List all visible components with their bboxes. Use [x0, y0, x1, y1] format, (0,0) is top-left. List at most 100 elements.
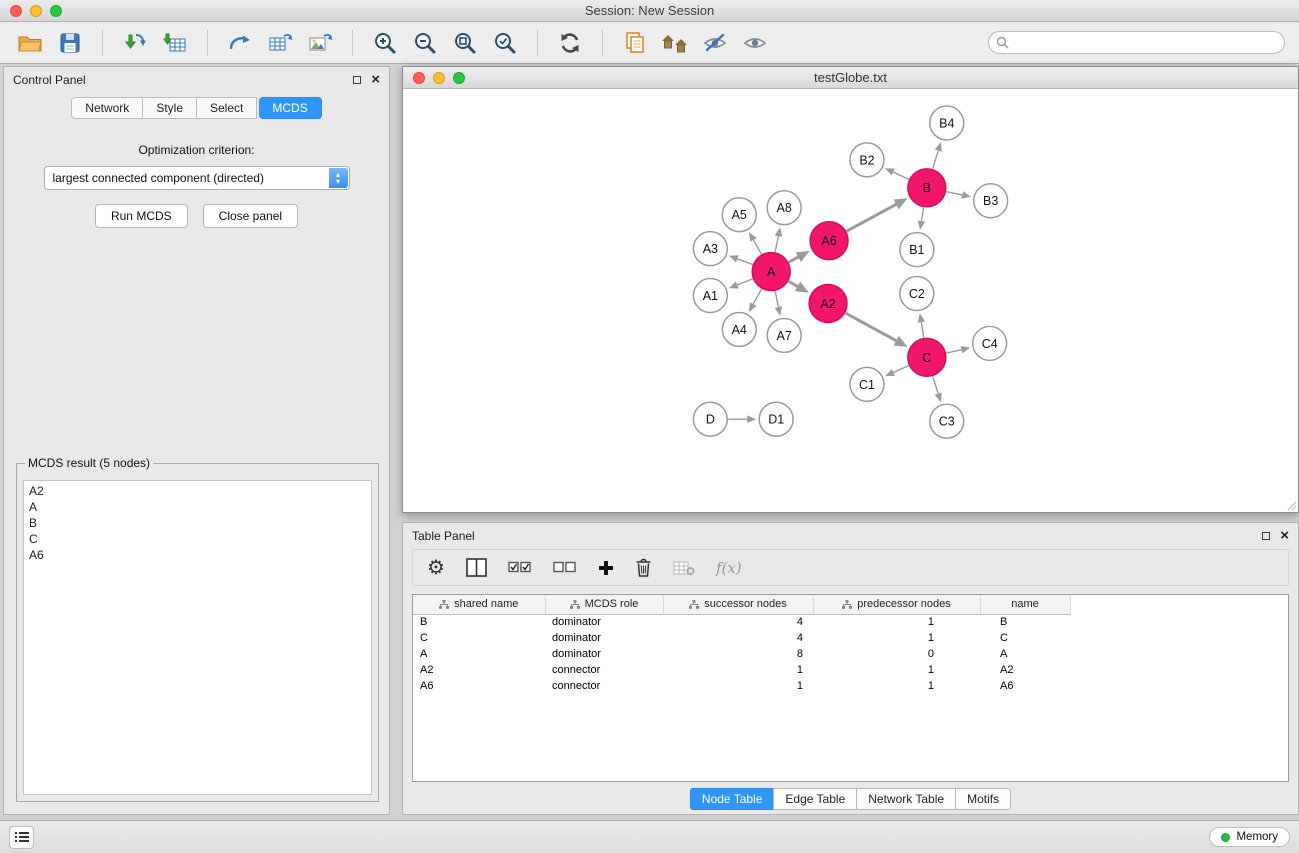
refresh-button[interactable] — [554, 27, 586, 59]
hide-annotations-button[interactable] — [699, 27, 731, 59]
save-icon — [58, 31, 82, 55]
graph-edge[interactable] — [893, 172, 909, 179]
graph-edge-arrowhead — [775, 227, 782, 237]
table-cell: connector — [545, 662, 663, 678]
close-window-button[interactable] — [10, 5, 22, 17]
close-panel-button[interactable]: Close panel — [203, 204, 298, 228]
mcds-result-item[interactable]: A — [29, 499, 366, 515]
table-row[interactable]: A6connector11A6 — [413, 678, 1070, 694]
deselect-all-icon[interactable] — [553, 561, 577, 574]
select-all-icon[interactable] — [508, 561, 532, 574]
home-layout-button[interactable] — [659, 27, 691, 59]
tab-select[interactable]: Select — [197, 97, 257, 119]
memory-button[interactable]: Memory — [1209, 827, 1290, 847]
zoom-network-window-button[interactable] — [453, 72, 465, 84]
column-type-icon — [570, 600, 580, 609]
minimize-window-button[interactable] — [30, 5, 42, 17]
graph-edge[interactable] — [933, 376, 938, 393]
table-row[interactable]: Adominator80A — [413, 646, 1070, 662]
graph-edge[interactable] — [737, 259, 752, 265]
copy-style-button[interactable] — [619, 27, 651, 59]
float-panel-icon[interactable] — [353, 76, 361, 84]
graph-edge[interactable] — [893, 366, 908, 373]
float-table-panel-icon[interactable] — [1262, 532, 1270, 540]
tab-network[interactable]: Network — [71, 97, 143, 119]
delete-table-icon[interactable] — [673, 560, 695, 576]
add-column-icon[interactable] — [598, 560, 614, 576]
graph-edge[interactable] — [775, 236, 778, 252]
column-header-predecessor-nodes[interactable]: predecessor nodes — [813, 595, 980, 614]
task-history-button[interactable] — [9, 826, 34, 849]
resize-grip-icon[interactable] — [1285, 499, 1297, 511]
graph-edge[interactable] — [789, 257, 798, 262]
tab-node-table[interactable]: Node Table — [690, 788, 775, 810]
window-controls — [0, 5, 62, 17]
zoom-fit-button[interactable] — [449, 27, 481, 59]
zoom-out-button[interactable] — [409, 27, 441, 59]
tab-motifs[interactable]: Motifs — [955, 788, 1011, 810]
show-columns-icon[interactable] — [466, 558, 487, 577]
export-image-button[interactable] — [304, 27, 336, 59]
table-cell: C — [980, 630, 1070, 646]
zoom-in-button[interactable] — [369, 27, 401, 59]
mcds-result-item[interactable]: C — [29, 531, 366, 547]
table-cell: 1 — [813, 678, 980, 694]
table-row[interactable]: Cdominator41C — [413, 630, 1070, 646]
table-cell: connector — [545, 678, 663, 694]
graph-edge-arrowhead — [775, 306, 782, 316]
close-network-window-button[interactable] — [413, 72, 425, 84]
network-view-canvas[interactable]: B4B2BB3A5A8A6A3B1AC2A1A2A4A7C4CC1DD1C3 — [403, 89, 1298, 512]
graph-edge[interactable] — [847, 204, 897, 231]
mcds-result-item[interactable]: B — [29, 515, 366, 531]
table-settings-gear-icon[interactable]: ⚙ — [427, 558, 445, 578]
minimize-network-window-button[interactable] — [433, 72, 445, 84]
graph-edge[interactable] — [846, 313, 897, 341]
graph-edge[interactable] — [946, 192, 962, 195]
graph-edge[interactable] — [737, 279, 752, 285]
main-area: Control Panel × Network Style Select MCD… — [0, 64, 1299, 820]
tab-style[interactable]: Style — [143, 97, 197, 119]
mcds-result-item[interactable]: A2 — [29, 483, 366, 499]
table-row[interactable]: Bdominator41B — [413, 614, 1070, 630]
open-session-button[interactable] — [14, 27, 46, 59]
export-network-icon — [227, 31, 253, 55]
graph-edge[interactable] — [775, 291, 778, 307]
tab-network-table[interactable]: Network Table — [856, 788, 956, 810]
table-cell: A6 — [980, 678, 1070, 694]
table-row[interactable]: A2connector11A2 — [413, 662, 1070, 678]
mcds-result-list[interactable]: A2ABCA6 — [23, 480, 372, 795]
save-session-button[interactable] — [54, 27, 86, 59]
show-annotations-button[interactable] — [739, 27, 771, 59]
export-table-button[interactable] — [264, 27, 296, 59]
tab-edge-table[interactable]: Edge Table — [773, 788, 857, 810]
column-type-icon — [842, 600, 852, 609]
import-table-button[interactable] — [159, 27, 191, 59]
column-header-name[interactable]: name — [980, 595, 1070, 614]
graph-edge[interactable] — [921, 207, 923, 221]
close-table-panel-icon[interactable]: × — [1280, 531, 1289, 541]
delete-column-trash-icon[interactable] — [635, 558, 652, 577]
column-header-successor-nodes[interactable]: successor nodes — [663, 595, 813, 614]
column-header-shared-name[interactable]: shared name — [413, 595, 545, 614]
graph-edge[interactable] — [753, 240, 761, 254]
graph-edge[interactable] — [946, 350, 961, 353]
graph-edge[interactable] — [753, 289, 761, 304]
network-graph[interactable]: B4B2BB3A5A8A6A3B1AC2A1A2A4A7C4CC1DD1C3 — [403, 89, 1298, 512]
zoom-window-button[interactable] — [50, 5, 62, 17]
tab-mcds[interactable]: MCDS — [259, 97, 321, 119]
zoom-selected-button[interactable] — [489, 27, 521, 59]
graph-edge[interactable] — [921, 322, 923, 338]
graph-edge[interactable] — [789, 281, 798, 286]
graph-node-label: A3 — [703, 242, 718, 256]
graph-edge[interactable] — [933, 151, 939, 169]
column-header-mcds-role[interactable]: MCDS role — [545, 595, 663, 614]
dropdown-stepper[interactable]: ▴ ▾ — [329, 168, 348, 188]
search-input[interactable] — [988, 31, 1285, 54]
export-network-button[interactable] — [224, 27, 256, 59]
optimization-criterion-select[interactable]: largest connected component (directed) ▴… — [44, 166, 350, 190]
run-mcds-button[interactable]: Run MCDS — [95, 204, 188, 228]
import-network-button[interactable] — [119, 27, 151, 59]
mcds-result-item[interactable]: A6 — [29, 547, 366, 563]
close-panel-icon[interactable]: × — [371, 75, 380, 85]
function-builder-icon[interactable]: f(x) — [716, 559, 742, 577]
